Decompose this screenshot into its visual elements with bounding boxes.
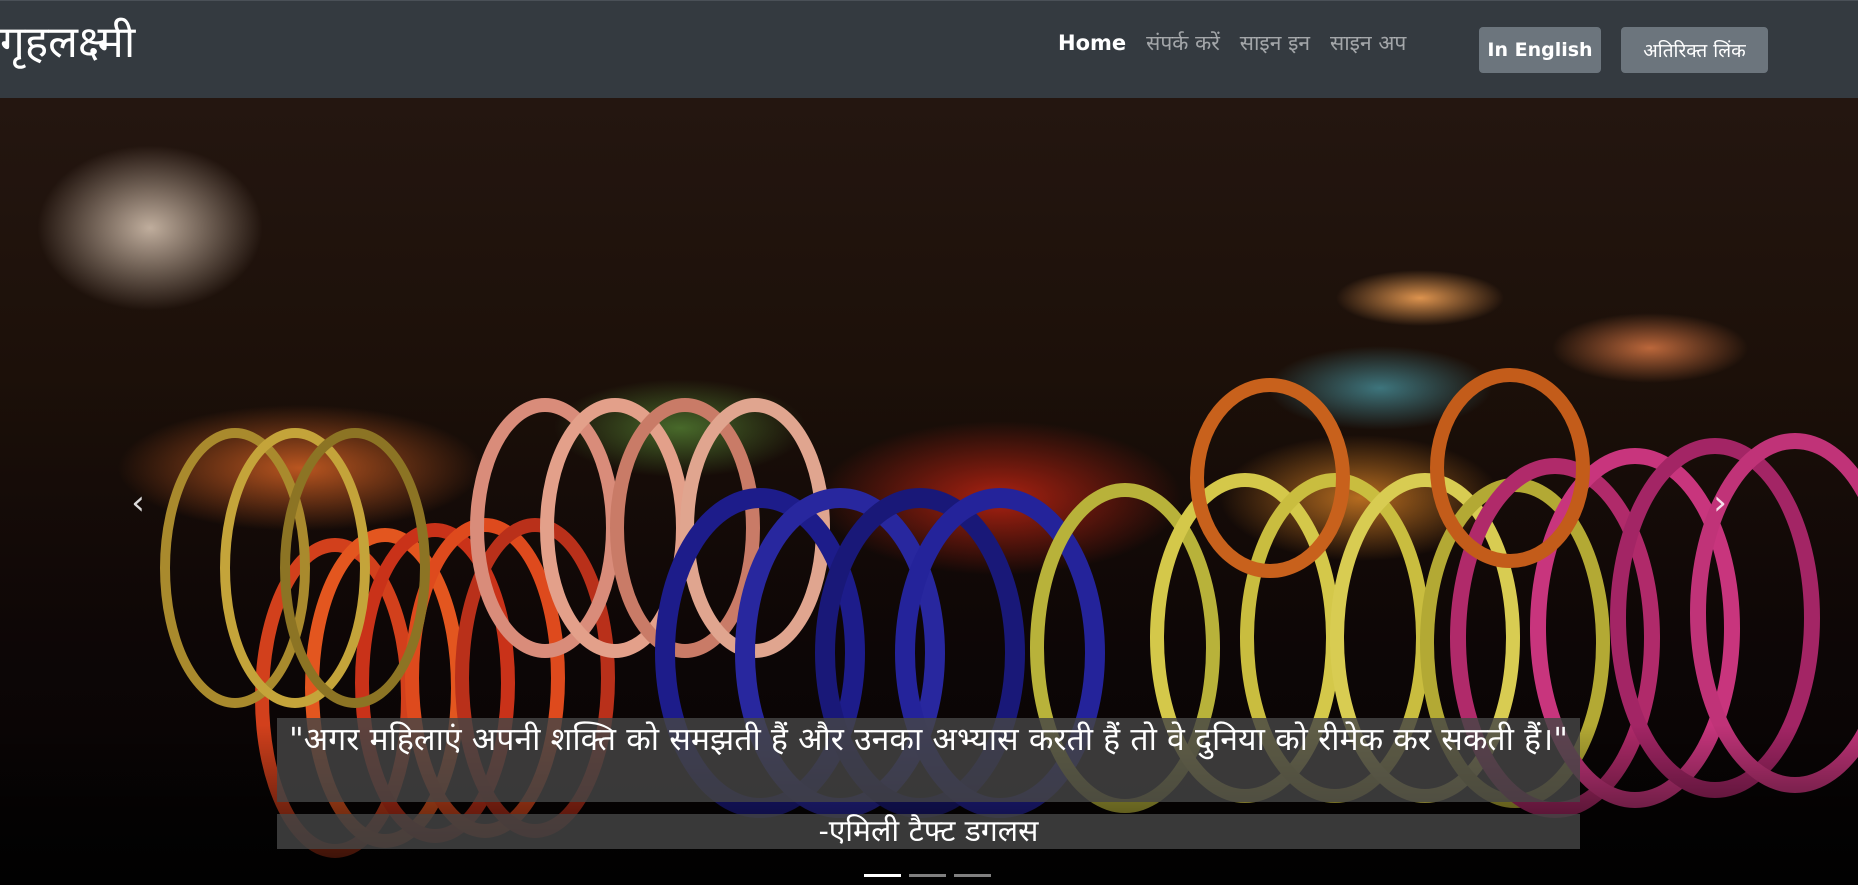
carousel-next-button[interactable]: › [1700,483,1740,523]
navbar: गृहलक्ष्मी Home संपर्क करें साइन इन साइन… [0,0,1858,98]
nav-links: Home संपर्क करें साइन इन साइन अप [1058,21,1426,65]
nav-link-contact[interactable]: संपर्क करें [1146,29,1220,57]
carousel-caption-quote: "अगर महिलाएं अपनी शक्ति को समझती हैं और … [277,718,1580,802]
carousel-caption-author: -एमिली टैफ्ट डगलस [277,814,1580,849]
carousel-indicator-2[interactable] [909,874,946,877]
nav-link-sign-up[interactable]: साइन अप [1330,29,1406,57]
hero-carousel: ‹ › "अगर महिलाएं अपनी शक्ति को समझती हैं… [0,98,1858,885]
chevron-right-icon: › [1713,483,1727,523]
carousel-indicator-3[interactable] [954,874,991,877]
nav-link-sign-in[interactable]: साइन इन [1240,29,1310,57]
carousel-prev-button[interactable]: ‹ [118,483,158,523]
in-english-button[interactable]: In English [1479,27,1601,73]
chevron-left-icon: ‹ [131,483,145,523]
carousel-indicator-1[interactable] [864,874,901,877]
carousel-indicators [864,874,999,877]
nav-link-home[interactable]: Home [1058,31,1126,55]
extra-links-button[interactable]: अतिरिक्त लिंक [1621,27,1768,73]
brand-logo[interactable]: गृहलक्ष्मी [0,11,135,75]
